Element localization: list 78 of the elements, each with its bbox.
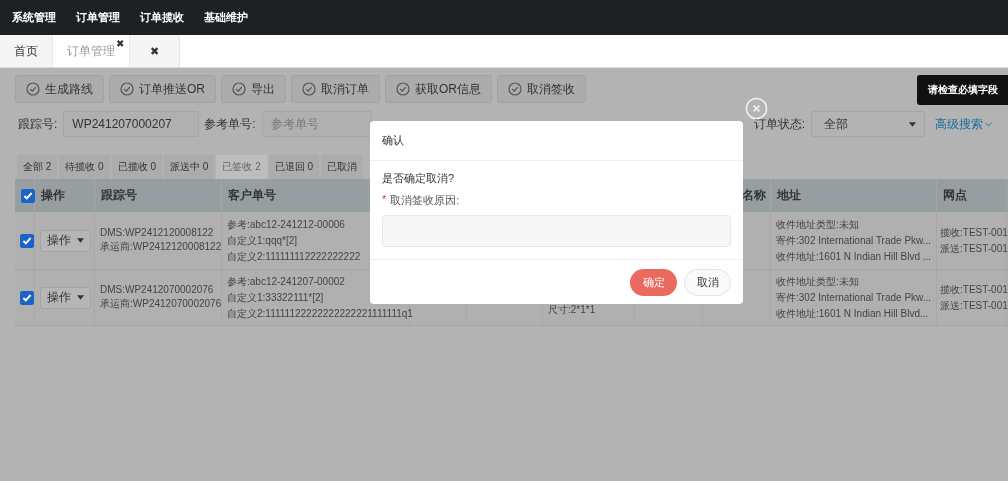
action-dropdown-button[interactable]: 操作 bbox=[40, 229, 91, 252]
reason-input[interactable] bbox=[382, 215, 731, 247]
page-tab[interactable]: 首页 bbox=[0, 35, 53, 67]
row-checkbox[interactable] bbox=[20, 233, 34, 248]
column-header: 地址 bbox=[777, 187, 801, 204]
page-tab[interactable]: ✖ bbox=[130, 35, 180, 67]
cell-text: 承运商:WP2412070002076 bbox=[100, 297, 222, 311]
toolbar-button[interactable]: 订单推送OR bbox=[109, 75, 216, 103]
status-tab[interactable]: 已退回 0 bbox=[268, 155, 320, 179]
cell-text: 揽收:TEST-001 bbox=[940, 225, 1008, 240]
check-circle-icon bbox=[302, 82, 316, 96]
dropdown-caret-icon bbox=[909, 121, 917, 127]
cell-text: 自定义1:33322111*[2] bbox=[227, 290, 324, 305]
check-circle-icon bbox=[120, 82, 134, 96]
cell-text: 自定义1:qqq*[2] bbox=[227, 233, 298, 248]
status-tab[interactable]: 已签收 2 bbox=[216, 155, 267, 179]
column-header: 网点 bbox=[943, 187, 967, 204]
check-circle-icon bbox=[508, 82, 522, 96]
cell-text: 寄件:302 International Trade Pkw... bbox=[776, 290, 932, 305]
status-tab[interactable]: 待揽收 0 bbox=[59, 155, 110, 179]
field-label: 取消签收原因: bbox=[390, 193, 460, 208]
column-header: 名称 bbox=[742, 187, 766, 204]
check-circle-icon bbox=[396, 82, 410, 96]
cell-text: 收件地址类型:未知 bbox=[776, 217, 859, 232]
action-dropdown-button[interactable]: 操作 bbox=[40, 286, 91, 309]
nav-menu-item[interactable]: 系统管理 bbox=[12, 10, 56, 25]
cell-text: 承运商:WP2412120008122 bbox=[100, 240, 222, 254]
filter-label: 订单状态: bbox=[753, 115, 806, 133]
status-tab[interactable]: 派送中 0 bbox=[164, 155, 215, 179]
nav-menu-item[interactable]: 订单管理 bbox=[76, 10, 120, 25]
cell-text: 收件地址:1601 N Indian Hill Blvd ... bbox=[776, 249, 932, 264]
dialog-message: 是否确定取消? bbox=[382, 171, 456, 186]
dropdown-caret-icon bbox=[77, 238, 84, 243]
cancel-button[interactable]: 取消 bbox=[684, 268, 731, 296]
status-select[interactable]: 全部 bbox=[811, 111, 926, 137]
cell-text: 自定义2:111111112222222222 bbox=[227, 249, 361, 264]
filter-input[interactable]: WP241207000207 bbox=[63, 111, 200, 137]
tab-label: 订单管理 bbox=[67, 42, 115, 60]
dropdown-caret-icon bbox=[77, 295, 84, 300]
column-header: 跟踪号 bbox=[101, 187, 137, 204]
status-tab[interactable]: 已取消 bbox=[321, 155, 364, 179]
row-checkbox[interactable] bbox=[20, 290, 34, 305]
dialog-title: 确认 bbox=[382, 133, 404, 148]
cell-text: 派送:TEST-001 bbox=[940, 241, 1008, 256]
cell-text: 揽收:TEST-001 bbox=[940, 282, 1008, 297]
column-header: 客户单号 bbox=[228, 187, 276, 204]
nav-menu-item[interactable]: 基础维护 bbox=[204, 10, 248, 25]
tooltip: 请检查必填字段 bbox=[917, 75, 1008, 105]
cell-text: DMS:WP2412120008122 bbox=[100, 227, 214, 238]
check-circle-icon bbox=[232, 82, 246, 96]
tab-label: 首页 bbox=[14, 42, 38, 60]
confirm-button[interactable]: 确定 bbox=[630, 268, 677, 296]
cell-text: 尺寸:2*1*1 bbox=[548, 303, 596, 317]
toolbar-button[interactable]: 取消订单 bbox=[291, 75, 380, 103]
cell-text: 参考:abc12-241212-00006 bbox=[227, 217, 345, 232]
cell-text: 寄件:302 International Trade Pkw... bbox=[776, 233, 932, 248]
check-circle-icon bbox=[26, 82, 40, 96]
required-mark: * bbox=[382, 193, 387, 207]
select-all-checkbox[interactable] bbox=[21, 188, 35, 203]
column-header: 操作 bbox=[41, 187, 65, 204]
cell-text: 收件地址类型:未知 bbox=[776, 274, 859, 289]
cell-text: 收件地址:1601 N Indian Hill Blvd... bbox=[776, 306, 929, 321]
toolbar-button[interactable]: 生成路线 bbox=[15, 75, 104, 103]
cell-text: 派送:TEST-001 bbox=[940, 298, 1008, 313]
status-tab[interactable]: 全部 2 bbox=[17, 155, 58, 179]
chevron-down-icon bbox=[985, 121, 993, 127]
filter-label: 参考单号: bbox=[204, 115, 256, 133]
toolbar-button[interactable]: 取消签收 bbox=[497, 75, 586, 103]
toolbar-button[interactable]: 导出 bbox=[221, 75, 286, 103]
close-icon[interactable]: ✖ bbox=[144, 44, 165, 58]
cell-text: 自定义2:11111122222222222221111111q1 bbox=[227, 306, 413, 321]
close-icon[interactable]: ✖ bbox=[116, 38, 124, 49]
status-tab[interactable]: 已揽收 0 bbox=[111, 155, 163, 179]
nav-menu-item[interactable]: 订单揽收 bbox=[140, 10, 184, 25]
toolbar-button[interactable]: 获取OR信息 bbox=[385, 75, 492, 103]
cell-text: DMS:WP2412070002076 bbox=[100, 284, 214, 295]
filter-label: 跟踪号: bbox=[18, 115, 58, 133]
cell-text: 参考:abc12-241207-00002 bbox=[227, 274, 345, 289]
